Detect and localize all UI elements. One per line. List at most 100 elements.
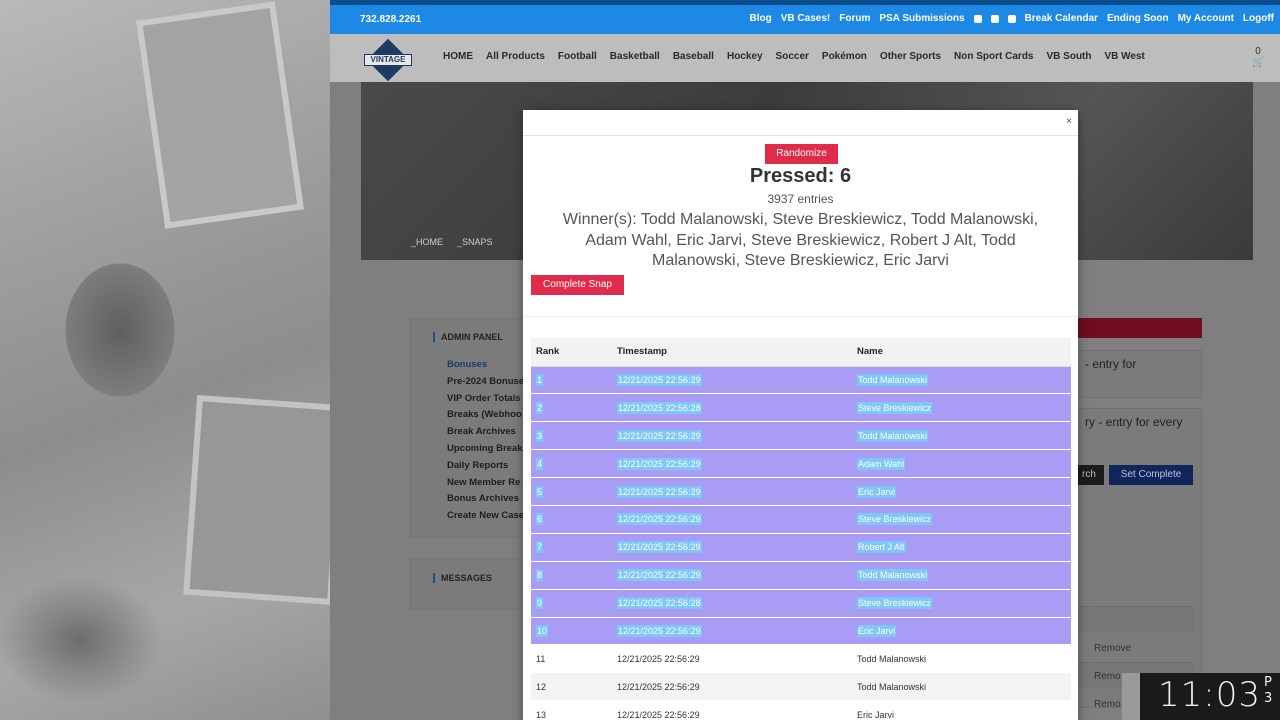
pressed-count: Pressed: 6 <box>749 165 852 187</box>
cell-timestamp-text: 12/21/2025 22:56:29 <box>617 653 700 664</box>
clock-overlay: 11:03 P 3 <box>1122 673 1280 720</box>
right-entry-text-2: ry - entry for every <box>1085 415 1183 429</box>
cell-rank-text: 4 <box>536 457 544 470</box>
facebook-icon[interactable] <box>990 14 999 23</box>
nav-vb-south[interactable]: VB South <box>1047 51 1092 62</box>
cell-rank: 8 <box>531 561 612 590</box>
admin-item-vip[interactable]: VIP Order Totals <box>447 393 524 410</box>
cell-timestamp-text: 12/21/2025 22:56:29 <box>617 681 700 692</box>
admin-item-new-member[interactable]: New Member Re <box>447 477 524 494</box>
top-link-psa[interactable]: PSA Submissions <box>879 13 964 24</box>
cell-timestamp: 12/21/2025 22:56:29 <box>612 644 852 674</box>
clock-suffix: P 3 <box>1264 675 1272 707</box>
table-row[interactable]: 13 12/21/2025 22:56:29 Eric Jarvi <box>531 700 1071 720</box>
cell-rank-text: 10 <box>536 624 549 637</box>
admin-item-create-case[interactable]: Create New Case <box>447 510 524 527</box>
admin-item-daily-reports[interactable]: Daily Reports <box>447 460 524 477</box>
messages-title[interactable]: MESSAGES <box>433 573 492 583</box>
table-row[interactable]: 6 12/21/2025 22:56:29 Steve Breskiewicz <box>531 505 1071 534</box>
nav-football[interactable]: Football <box>558 51 597 62</box>
top-link-blog[interactable]: Blog <box>750 13 772 24</box>
table-body: 1 12/21/2025 22:56:29 Todd Malanowski 2 12/2… <box>531 366 1071 720</box>
cell-name: Todd Malanowski <box>852 561 1071 590</box>
admin-panel: ADMIN PANEL Bonuses Pre-2024 Bonuse VIP … <box>410 318 540 538</box>
col-rank[interactable]: Rank <box>531 338 612 367</box>
col-name[interactable]: Name <box>852 338 1071 367</box>
remove-link[interactable]: Remo <box>1094 671 1121 682</box>
phone-number[interactable]: 732.828.2261 <box>360 14 421 25</box>
nav-all-products[interactable]: All Products <box>486 51 545 62</box>
admin-item-break-archives[interactable]: Break Archives <box>447 426 524 443</box>
cell-timestamp: 12/21/2025 22:56:29 <box>612 505 852 534</box>
cell-timestamp-text: 12/21/2025 22:56:29 <box>617 513 702 526</box>
table-row[interactable]: 10 12/21/2025 22:56:29 Eric Jarvi <box>531 617 1071 646</box>
right-panel-entry: - entry for <box>1076 350 1202 398</box>
table-row[interactable]: 1 12/21/2025 22:56:29 Todd Malanowski <box>531 366 1071 395</box>
top-link-vb-cases[interactable]: VB Cases! <box>781 13 830 24</box>
table-row[interactable]: 9 12/21/2025 22:56:28 Steve Breskiewicz <box>531 589 1071 618</box>
admin-item-bonus-archives[interactable]: Bonus Archives <box>447 493 524 510</box>
table-row[interactable]: 3 12/21/2025 22:56:29 Todd Malanowski <box>531 421 1071 451</box>
table-row[interactable]: 5 12/21/2025 22:56:29 Eric Jarvi <box>531 477 1071 506</box>
cell-name: Todd Malanowski <box>852 366 1071 395</box>
table-row[interactable]: 2 12/21/2025 22:56:28 Steve Breskiewicz <box>531 393 1071 423</box>
table-row[interactable]: 4 12/21/2025 22:56:29 Adam Wahl <box>531 449 1071 479</box>
admin-item-pre2024[interactable]: Pre-2024 Bonuse <box>447 376 524 393</box>
top-link-ending-soon[interactable]: Ending Soon <box>1107 13 1169 24</box>
breadcrumb-home[interactable]: _HOME <box>411 237 443 247</box>
set-complete-button[interactable]: Set Complete <box>1109 465 1193 485</box>
table-row[interactable]: 11 12/21/2025 22:56:29 Todd Malanowski <box>531 644 1071 674</box>
close-icon[interactable]: × <box>1066 116 1072 127</box>
cell-name: Robert J Alt <box>852 533 1071 562</box>
cell-timestamp-text: 12/21/2025 22:56:29 <box>617 373 702 386</box>
nav-soccer[interactable]: Soccer <box>776 51 809 62</box>
admin-item-bonuses[interactable]: Bonuses <box>447 359 524 376</box>
cell-rank: 5 <box>531 477 612 506</box>
instagram-icon[interactable] <box>973 14 982 23</box>
nav-basketball[interactable]: Basketball <box>610 51 660 62</box>
cart-icon[interactable]: 0 🛒 <box>1252 46 1264 68</box>
search-button[interactable]: rch <box>1074 465 1104 485</box>
nav-baseball[interactable]: Baseball <box>673 51 714 62</box>
top-link-logoff[interactable]: Logoff <box>1243 13 1274 24</box>
nav-hockey[interactable]: Hockey <box>727 51 763 62</box>
top-link-my-account[interactable]: My Account <box>1178 13 1234 24</box>
entries-count: 3937 entries <box>767 192 834 206</box>
youtube-icon[interactable] <box>1007 14 1016 23</box>
cell-timestamp-text: 12/21/2025 22:56:29 <box>617 485 702 498</box>
complete-snap-button[interactable]: Complete Snap <box>531 275 624 295</box>
results-table: Rank Timestamp Name 1 12/21/2025 22:56:29… <box>531 338 1071 720</box>
cell-rank: 11 <box>531 644 612 674</box>
winners-text: Winner(s): Todd Malanowski, Steve Breski… <box>562 211 1039 269</box>
randomize-button[interactable]: Randomize <box>765 144 838 164</box>
nav-non-sport-cards[interactable]: Non Sport Cards <box>954 51 1033 62</box>
table-row[interactable]: 12 12/21/2025 22:56:29 Todd Malanowski <box>531 672 1071 702</box>
nav-pokemon[interactable]: Pokémon <box>822 51 867 62</box>
table-row[interactable]: 8 12/21/2025 22:56:29 Todd Malanowski <box>531 561 1071 590</box>
breadcrumb-snaps[interactable]: _SNAPS <box>457 237 493 247</box>
site-logo[interactable]: VINTAGE <box>364 38 412 86</box>
nav-home[interactable]: HOME <box>443 51 473 62</box>
col-timestamp[interactable]: Timestamp <box>612 338 852 367</box>
admin-item-breaks-webhook[interactable]: Breaks (Webhoo <box>447 409 524 426</box>
cell-timestamp-text: 12/21/2025 22:56:28 <box>617 597 702 610</box>
table-row[interactable]: 7 12/21/2025 22:56:29 Robert J Alt <box>531 533 1071 562</box>
cell-rank-text: 11 <box>536 653 546 664</box>
remove-link[interactable]: Remove <box>1094 643 1131 654</box>
top-link-forum[interactable]: Forum <box>839 13 870 24</box>
cell-rank: 13 <box>531 700 612 720</box>
remove-link[interactable]: Remo <box>1094 699 1121 710</box>
cell-timestamp: 12/21/2025 22:56:29 <box>612 477 852 506</box>
cell-timestamp: 12/21/2025 22:56:29 <box>612 421 852 451</box>
main-nav: VINTAGE HOME All Products Football Baske… <box>330 34 1280 82</box>
cart-count: 0 <box>1255 46 1261 57</box>
admin-item-upcoming[interactable]: Upcoming Break <box>447 443 524 460</box>
clock-time: 11:03 <box>1158 675 1261 715</box>
clock-edge <box>1122 673 1140 720</box>
cell-name-text: Todd Malanowski <box>857 681 927 692</box>
top-link-break-calendar[interactable]: Break Calendar <box>1025 13 1098 24</box>
background-card <box>183 395 347 605</box>
nav-vb-west[interactable]: VB West <box>1105 51 1145 62</box>
nav-other-sports[interactable]: Other Sports <box>880 51 941 62</box>
cell-timestamp: 12/21/2025 22:56:29 <box>612 533 852 562</box>
